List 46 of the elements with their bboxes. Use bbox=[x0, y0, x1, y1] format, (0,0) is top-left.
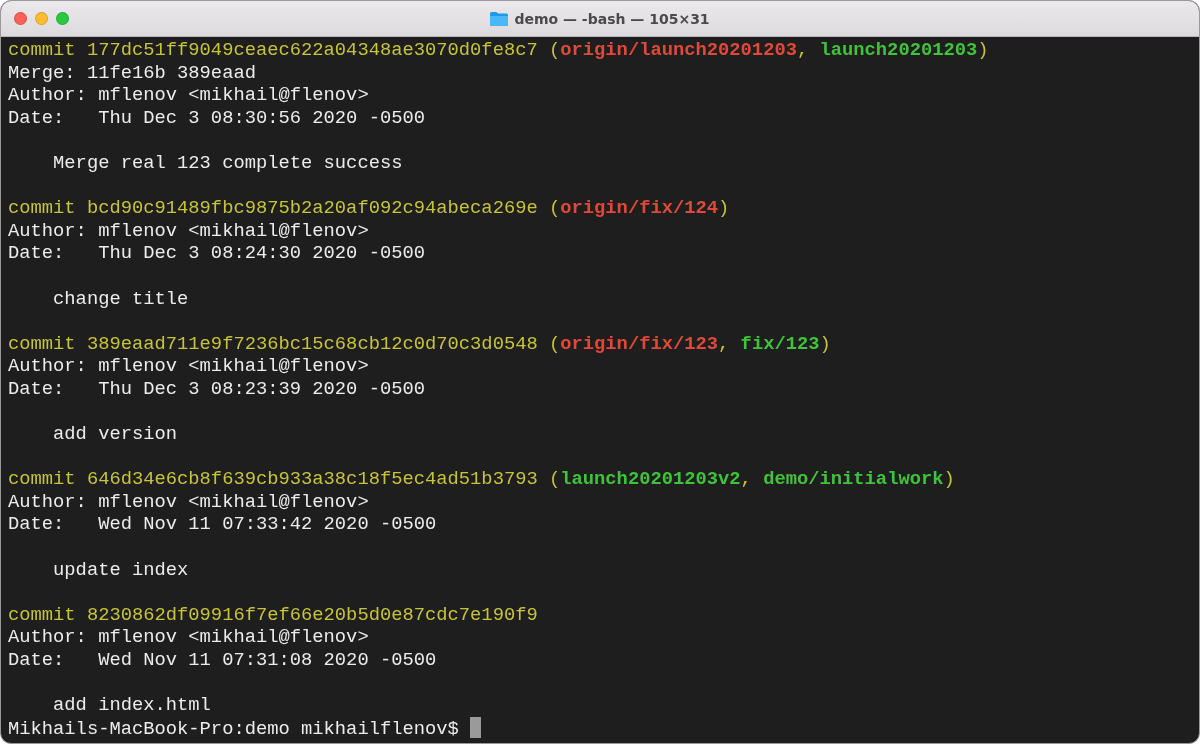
commit-hash: commit 646d34e6cb8f639cb933a38c18f5ec4ad51b3793 bbox=[8, 468, 538, 491]
remote-branch-ref: origin/launch20201203 bbox=[560, 39, 797, 61]
remote-branch-ref: origin/fix/123 bbox=[560, 332, 719, 355]
minimize-button[interactable] bbox=[35, 12, 48, 25]
punctuation: , bbox=[718, 332, 730, 355]
local-branch-ref: demo/initialwork bbox=[763, 468, 944, 491]
punctuation: ) bbox=[977, 39, 989, 61]
commit-message: update index bbox=[53, 558, 189, 581]
output-text: Date: Wed Nov 11 07:31:08 2020 -0500 bbox=[8, 649, 437, 672]
punctuation: ) bbox=[819, 332, 831, 355]
commit-message: add index.html bbox=[53, 694, 211, 717]
output-text: Date: Thu Dec 3 08:30:56 2020 -0500 bbox=[8, 106, 425, 129]
commit-hash: commit bcd90c91489fbc9875b2a20af092c94abeca269e bbox=[8, 197, 538, 220]
punctuation: ( bbox=[549, 332, 561, 355]
zoom-button[interactable] bbox=[56, 12, 69, 25]
local-branch-ref: fix/123 bbox=[740, 332, 820, 355]
local-branch-ref: launch20201203v2 bbox=[560, 468, 741, 491]
remote-branch-ref: origin/fix/124 bbox=[560, 197, 719, 220]
text-cursor bbox=[470, 716, 482, 738]
output-text: Author: mflenov <mikhail@flenov> bbox=[8, 84, 369, 107]
output-text: Author: mflenov <mikhail@flenov> bbox=[8, 490, 369, 513]
punctuation: ( bbox=[549, 39, 561, 61]
punctuation: , bbox=[796, 39, 809, 61]
commit-message: add version bbox=[53, 423, 178, 446]
output-text: Author: mflenov <mikhail@flenov> bbox=[8, 626, 369, 649]
close-button[interactable] bbox=[14, 12, 27, 25]
output-text: Author: mflenov <mikhail@flenov> bbox=[8, 219, 369, 242]
output-text: Author: mflenov <mikhail@flenov> bbox=[8, 355, 369, 378]
folder-icon bbox=[490, 11, 509, 26]
local-branch-ref: launch20201203 bbox=[819, 39, 978, 61]
punctuation: ) bbox=[943, 468, 955, 491]
punctuation: ( bbox=[549, 468, 561, 491]
output-text: Date: Wed Nov 11 07:33:42 2020 -0500 bbox=[8, 513, 437, 536]
shell-prompt: Mikhails-MacBook-Pro:demo mikhailflenov$ bbox=[8, 717, 459, 740]
commit-hash: commit 389eaad711e9f7236bc15c68cb12c0d70c3d0548 bbox=[8, 332, 538, 355]
punctuation: ) bbox=[718, 197, 730, 220]
output-text: Date: Thu Dec 3 08:23:39 2020 -0500 bbox=[8, 377, 425, 400]
commit-message: change title bbox=[53, 287, 189, 310]
punctuation: , bbox=[740, 468, 752, 491]
commit-message: Merge real 123 complete success bbox=[53, 151, 403, 174]
commit-hash: commit 177dc51ff9049ceaec622a04348ae3070d0fe8c7 bbox=[8, 39, 538, 61]
output-text: Merge: 11fe16b 389eaad bbox=[8, 61, 256, 84]
output-text: Date: Thu Dec 3 08:24:30 2020 -0500 bbox=[8, 242, 425, 265]
window-title: demo — -bash — 105×31 bbox=[514, 10, 710, 27]
punctuation: ( bbox=[549, 197, 561, 220]
commit-hash: commit 8230862df09916f7ef66e20b5d0e87cdc7e190f9 bbox=[8, 603, 538, 626]
